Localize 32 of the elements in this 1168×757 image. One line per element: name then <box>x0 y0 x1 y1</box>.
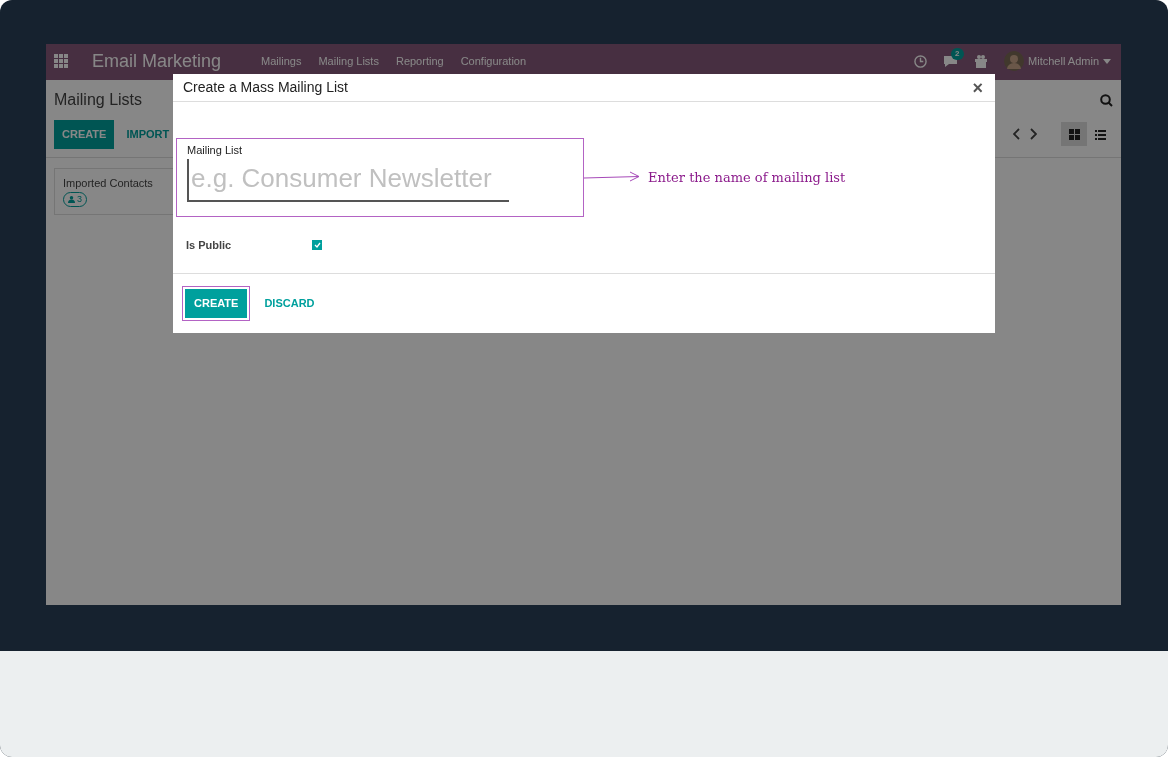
clock-icon[interactable] <box>914 55 928 68</box>
kanban-view-button[interactable] <box>1061 122 1087 147</box>
checkbox[interactable] <box>312 239 322 250</box>
secondary-button[interactable]: IMPORT <box>118 120 178 149</box>
user-name[interactable]: Mitchell Admin <box>1028 50 1099 72</box>
caret-icon[interactable] <box>1103 58 1111 64</box>
field-label: Mailing List <box>187 143 244 158</box>
primary-button[interactable]: CREATE <box>54 120 115 149</box>
close-button[interactable]: × <box>972 78 983 97</box>
list-icon <box>1094 128 1106 140</box>
message-count-badge: 2 <box>951 48 964 60</box>
menu-item[interactable]: Reporting <box>395 50 444 72</box>
search-icon[interactable] <box>1100 93 1113 107</box>
page-title: Mailing Lists <box>54 90 143 110</box>
secondary-button[interactable]: DISCARD <box>256 289 323 318</box>
input-field[interactable]: e.g. Consumer Newsletter <box>187 158 509 202</box>
annotation-arrow <box>584 171 640 182</box>
previous-icon[interactable] <box>1013 128 1021 141</box>
menu-item[interactable]: Configuration <box>460 50 527 72</box>
field-label: Is Public <box>186 237 233 253</box>
primary-button[interactable]: CREATE <box>185 289 248 318</box>
card-title: Imported Contacts <box>63 175 154 191</box>
gift-icon[interactable] <box>974 54 989 68</box>
app-title: Email Marketing <box>92 50 222 72</box>
menu-item[interactable]: Mailing Lists <box>318 50 379 72</box>
next-icon[interactable] <box>1029 128 1037 141</box>
dialog-title: Create a Mass Mailing List <box>183 78 348 97</box>
annotation-text: Enter the name of mailing list <box>648 168 846 187</box>
menu-item[interactable]: Mailings <box>261 50 302 72</box>
kanban-icon <box>1068 128 1080 140</box>
apps-grid-icon[interactable] <box>54 54 68 68</box>
avatar-icon[interactable] <box>1004 51 1025 71</box>
